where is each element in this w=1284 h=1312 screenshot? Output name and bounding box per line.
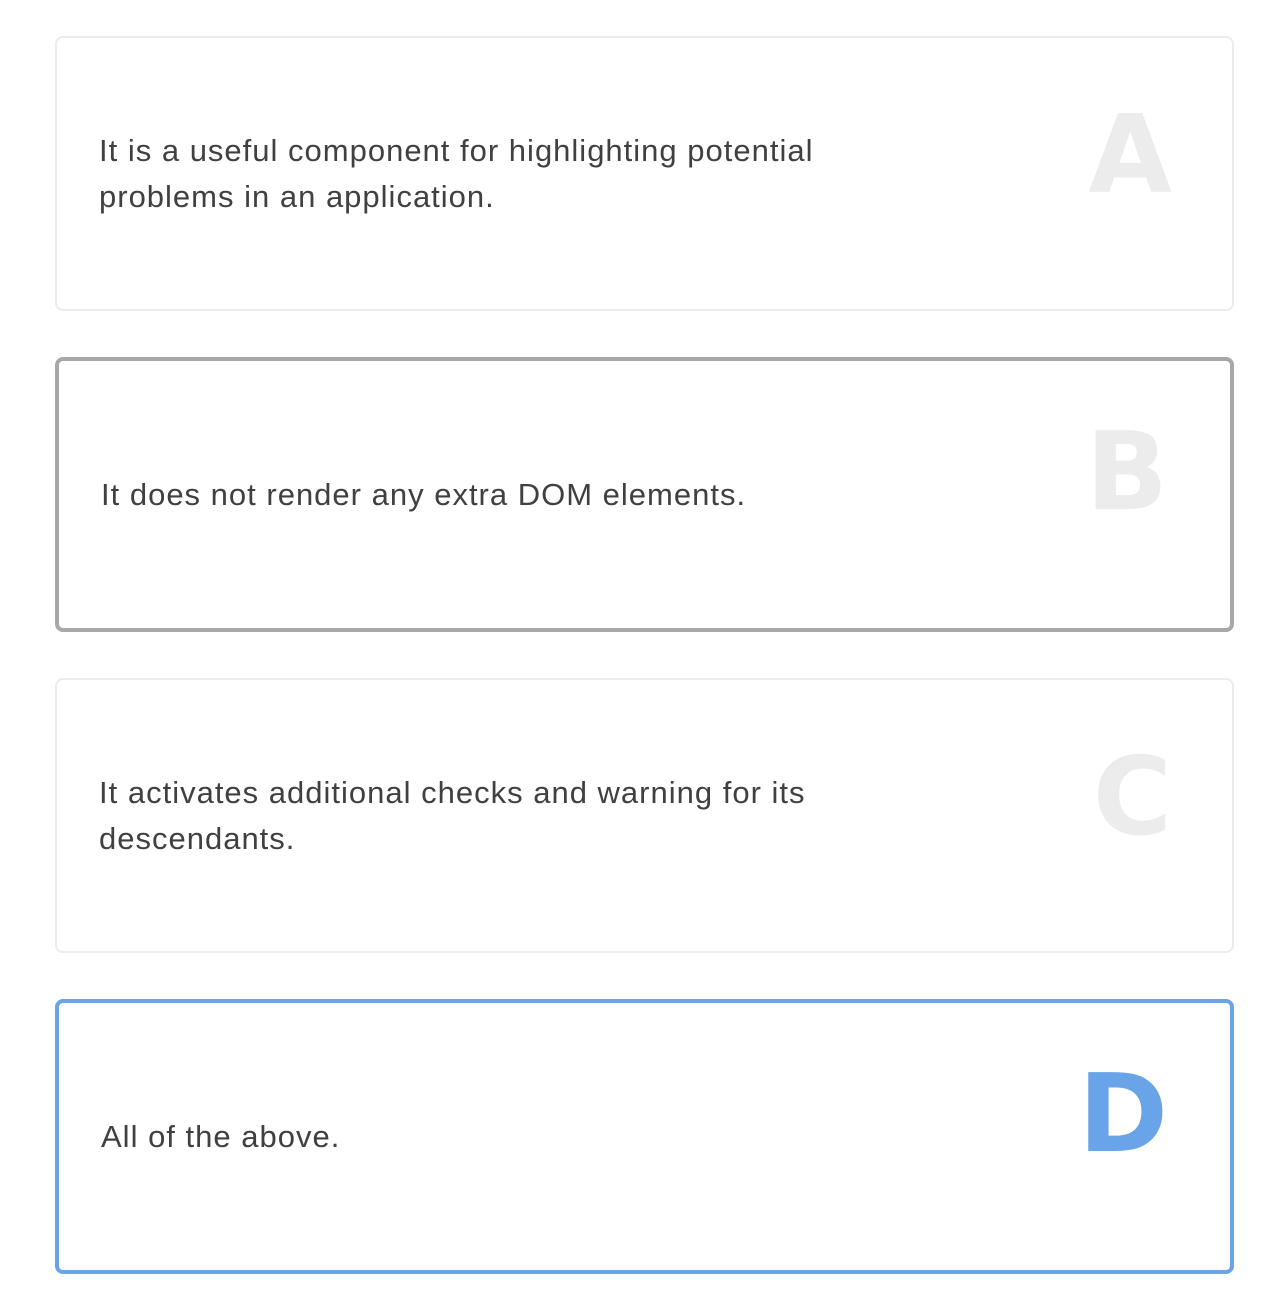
answer-option-d-text: All of the above. — [101, 1118, 341, 1154]
answer-option-a[interactable]: It is a useful component for highlightin… — [55, 36, 1234, 311]
answer-option-c-text: It activates additional checks and warni… — [99, 774, 806, 856]
answer-option-b[interactable]: It does not render any extra DOM element… — [55, 357, 1234, 632]
answer-option-c-letter: C — [1092, 735, 1172, 860]
answer-option-b-text: It does not render any extra DOM element… — [101, 476, 747, 512]
answer-option-b-letter: B — [1085, 410, 1168, 535]
answer-option-d-letter: D — [1078, 1052, 1168, 1177]
answer-option-c[interactable]: It activates additional checks and warni… — [55, 678, 1234, 953]
answer-option-a-letter: A — [1088, 93, 1172, 218]
answer-option-d[interactable]: All of the above. D — [55, 999, 1234, 1274]
answer-options-list: It is a useful component for highlightin… — [55, 36, 1234, 1274]
answer-option-a-text: It is a useful component for highlightin… — [99, 132, 814, 214]
